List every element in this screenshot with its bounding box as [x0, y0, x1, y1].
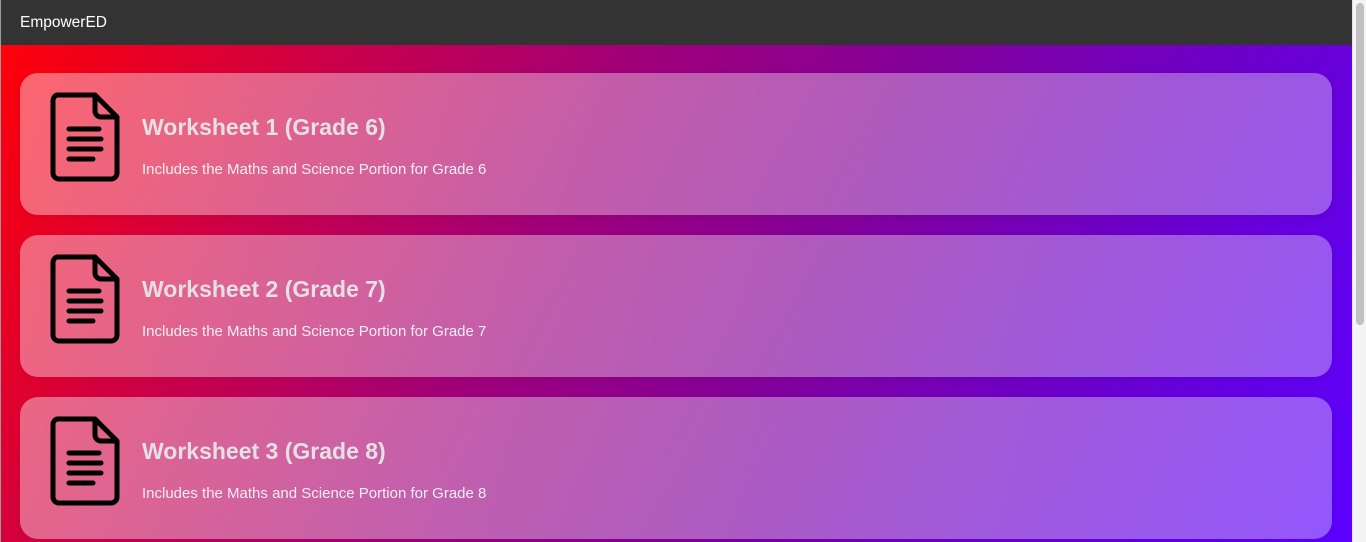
worksheet-card[interactable]: Worksheet 2 (Grade 7) Includes the Maths… [20, 235, 1332, 377]
worksheet-card[interactable]: Worksheet 3 (Grade 8) Includes the Maths… [20, 397, 1332, 539]
document-icon [50, 92, 120, 182]
scrollbar-thumb[interactable] [1356, 3, 1364, 325]
navbar: EmpowerED [1, 0, 1352, 45]
worksheet-title: Worksheet 3 (Grade 8) [142, 438, 386, 464]
document-icon [50, 254, 120, 344]
worksheet-description: Includes the Maths and Science Portion f… [142, 323, 487, 340]
worksheet-card[interactable]: Worksheet 1 (Grade 6) Includes the Maths… [20, 73, 1332, 215]
vertical-scrollbar[interactable] [1352, 0, 1366, 542]
document-icon [50, 416, 120, 506]
page: EmpowerED Worksheet 1 (Grade 6) Includes… [0, 0, 1352, 542]
worksheet-description: Includes the Maths and Science Portion f… [142, 485, 487, 502]
worksheet-title: Worksheet 2 (Grade 7) [142, 276, 386, 302]
worksheet-title: Worksheet 1 (Grade 6) [142, 114, 386, 140]
worksheet-description: Includes the Maths and Science Portion f… [142, 161, 487, 178]
brand-link[interactable]: EmpowerED [20, 14, 107, 32]
worksheet-list: Worksheet 1 (Grade 6) Includes the Maths… [1, 45, 1352, 542]
